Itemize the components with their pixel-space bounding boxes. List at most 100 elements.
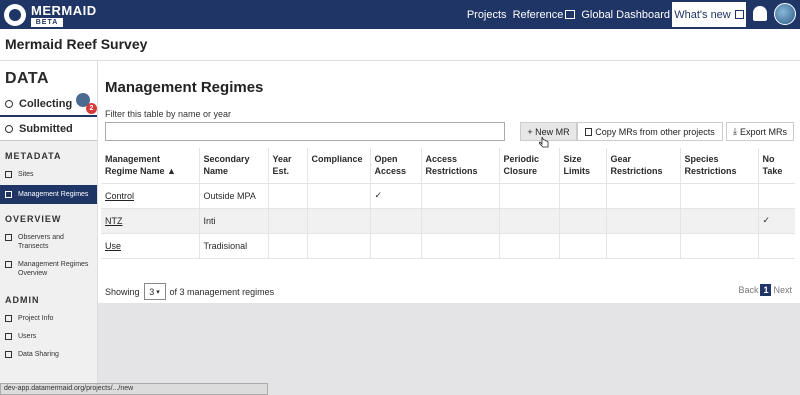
no-take-cell: ✓ bbox=[757, 207, 795, 233]
sidebar-metadata-heading: METADATA bbox=[5, 151, 62, 161]
sidebar-item-label: Collecting bbox=[19, 98, 73, 110]
export-mrs-button[interactable]: ⤓ Export MRs bbox=[726, 122, 794, 141]
column-header-year[interactable]: Year Est. bbox=[267, 148, 307, 183]
copy-mrs-button[interactable]: Copy MRs from other projects bbox=[577, 122, 723, 141]
info-icon bbox=[5, 314, 12, 322]
empty-area bbox=[98, 303, 800, 395]
whats-new-button[interactable]: What's new bbox=[672, 2, 746, 27]
reference-icon bbox=[565, 9, 576, 19]
nav-reference-label: Reference bbox=[512, 8, 564, 21]
mermaid-logo-icon bbox=[4, 4, 26, 26]
column-header-open-access[interactable]: Open Access bbox=[369, 148, 421, 183]
filter-label: Filter this table by name or year bbox=[105, 109, 232, 119]
pencil-icon bbox=[5, 100, 13, 108]
page-size-value: 3 bbox=[149, 286, 155, 297]
export-mrs-label: Export MRs bbox=[739, 126, 787, 137]
sidebar: DATA Collecting 2 Submitted METADATA Sit… bbox=[0, 61, 98, 395]
sidebar-item-label: Sites bbox=[18, 171, 34, 178]
column-header-secondary[interactable]: Secondary Name bbox=[198, 148, 268, 183]
users-icon bbox=[5, 332, 12, 340]
sidebar-item-mr-overview[interactable]: Management Regimes Overview bbox=[0, 257, 97, 284]
mr-name-link[interactable]: Control bbox=[105, 191, 134, 201]
secondary-name-cell: Outside MPA bbox=[198, 182, 268, 208]
no-take-cell bbox=[757, 182, 795, 208]
column-header-gear-restrictions[interactable]: Gear Restrictions bbox=[605, 148, 680, 183]
nav-reference[interactable]: Reference bbox=[513, 9, 576, 21]
avatar[interactable] bbox=[774, 3, 796, 25]
sidebar-data-heading: DATA bbox=[0, 61, 97, 93]
table-row: Control Outside MPA ✓ bbox=[101, 182, 795, 208]
sidebar-item-label: Project Info bbox=[18, 314, 54, 322]
page-title: Management Regimes bbox=[105, 79, 264, 96]
sidebar-item-submitted[interactable]: Submitted bbox=[0, 117, 97, 141]
sidebar-item-label: Management Regimes Overview bbox=[18, 261, 89, 278]
showing-label: Showing bbox=[105, 286, 140, 297]
pager-current-page[interactable]: 1 bbox=[760, 284, 772, 296]
pager-back[interactable]: Back bbox=[738, 285, 758, 295]
pager: Back 1 Next bbox=[738, 284, 792, 296]
mr-name-link[interactable]: NTZ bbox=[105, 216, 123, 226]
pagination-summary: Showing 3 ▾ of 3 management regimes bbox=[105, 283, 274, 300]
sidebar-item-management-regimes[interactable]: Management Regimes bbox=[0, 185, 97, 205]
logo-title: MERMAID bbox=[31, 2, 97, 18]
management-regimes-icon bbox=[5, 191, 12, 199]
column-header-access-restrictions[interactable]: Access Restrictions bbox=[420, 148, 499, 183]
column-header-no-take[interactable]: No Take bbox=[757, 148, 795, 183]
main-content: Management Regimes Filter this table by … bbox=[98, 61, 800, 395]
sidebar-item-data-sharing[interactable]: Data Sharing bbox=[0, 347, 97, 365]
table-row: Use Tradisional bbox=[101, 232, 795, 259]
copy-icon bbox=[585, 127, 593, 136]
column-header-species-restrictions[interactable]: Species Restrictions bbox=[679, 148, 758, 183]
status-url-bar: dev-app.datamermaid.org/projects/.../new bbox=[0, 383, 268, 395]
pager-next[interactable]: Next bbox=[773, 285, 792, 295]
project-title: Mermaid Reef Survey bbox=[5, 36, 148, 52]
nav-projects[interactable]: Projects bbox=[467, 9, 507, 21]
column-header-periodic-closure[interactable]: Periodic Closure bbox=[498, 148, 559, 183]
sidebar-item-project-info[interactable]: Project Info bbox=[0, 311, 97, 329]
observers-icon bbox=[5, 234, 12, 242]
whats-new-label: What's new bbox=[674, 8, 731, 21]
sidebar-item-label: Data Sharing bbox=[18, 350, 59, 358]
page-size-select[interactable]: 3 ▾ bbox=[143, 283, 166, 300]
open-access-cell bbox=[369, 232, 421, 259]
secondary-name-cell: Inti bbox=[198, 207, 268, 233]
beta-badge: BETA bbox=[31, 17, 63, 27]
column-header-name[interactable]: Management Regime Name ▲ bbox=[101, 148, 199, 183]
overview-icon bbox=[5, 261, 12, 269]
sidebar-item-collecting[interactable]: Collecting 2 bbox=[0, 93, 97, 117]
share-icon bbox=[5, 350, 12, 358]
top-nav: MERMAID BETA Projects Reference Global D… bbox=[0, 0, 800, 29]
mermaid-logo[interactable]: MERMAID BETA bbox=[4, 3, 97, 27]
sidebar-item-observers-transects[interactable]: Observers and Transects bbox=[0, 230, 97, 257]
mr-name-link[interactable]: Use bbox=[105, 241, 121, 251]
check-circle-icon bbox=[5, 124, 13, 133]
open-access-cell bbox=[369, 207, 421, 233]
open-access-cell: ✓ bbox=[369, 182, 421, 208]
sidebar-item-sites[interactable]: Sites bbox=[0, 167, 97, 185]
sidebar-admin-heading: ADMIN bbox=[5, 294, 40, 305]
sidebar-overview-heading: OVERVIEW bbox=[5, 214, 62, 225]
showing-suffix: of 3 management regimes bbox=[169, 286, 275, 297]
no-take-cell bbox=[757, 232, 795, 259]
sidebar-item-label: Submitted bbox=[19, 122, 73, 135]
collecting-count-badge: 2 bbox=[86, 103, 97, 114]
download-icon: ⤓ bbox=[733, 126, 737, 136]
sidebar-item-label: Management Regimes bbox=[18, 191, 89, 199]
management-regimes-table: Management Regime Name ▲ Secondary Name … bbox=[101, 148, 795, 259]
sites-icon bbox=[5, 171, 12, 178]
table-row: NTZ Inti ✓ bbox=[101, 207, 795, 233]
nav-global-dashboard[interactable]: Global Dashboard bbox=[581, 9, 670, 21]
secondary-name-cell: Tradisional bbox=[198, 232, 268, 259]
sidebar-item-label: Users bbox=[18, 332, 37, 340]
external-link-icon bbox=[734, 10, 744, 19]
sidebar-item-users[interactable]: Users bbox=[0, 329, 97, 347]
bell-icon[interactable] bbox=[753, 6, 767, 21]
column-header-compliance[interactable]: Compliance bbox=[306, 148, 370, 183]
copy-mrs-label: Copy MRs from other projects bbox=[595, 126, 715, 137]
column-header-size-limits[interactable]: Size Limits bbox=[558, 148, 606, 183]
sidebar-item-label: Observers and Transects bbox=[18, 234, 64, 251]
mouse-cursor-icon bbox=[539, 136, 549, 148]
filter-input[interactable] bbox=[105, 122, 505, 141]
project-bar: Mermaid Reef Survey bbox=[0, 29, 800, 61]
chevron-down-icon: ▾ bbox=[156, 288, 160, 296]
